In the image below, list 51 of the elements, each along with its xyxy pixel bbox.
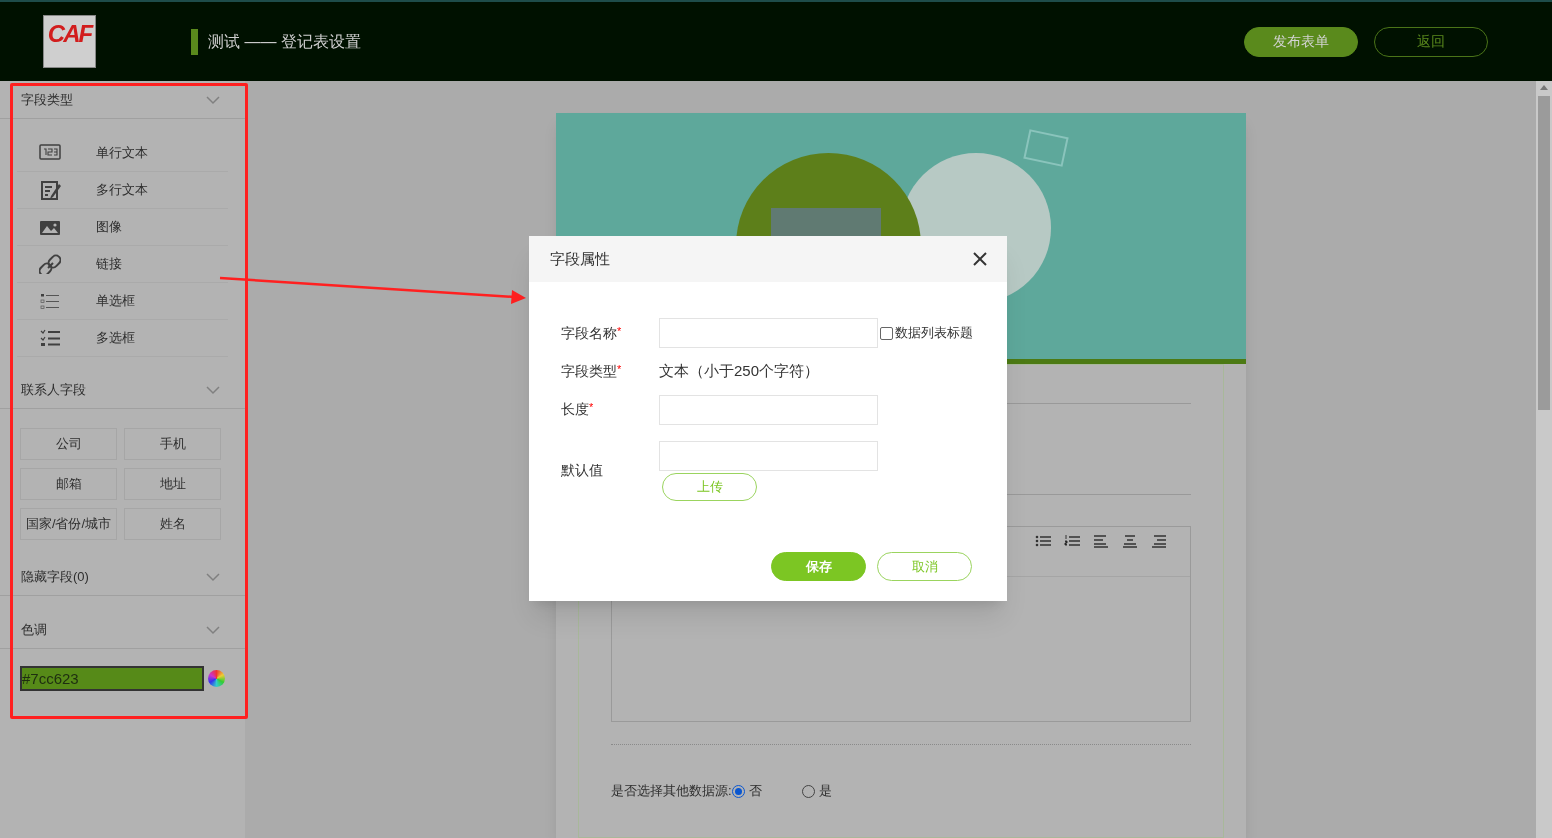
- page-title: 测试 —— 登记表设置: [208, 31, 361, 52]
- section-title: 字段类型: [21, 90, 73, 109]
- chevron-down-icon: [205, 571, 221, 582]
- field-type-item[interactable]: 多行文本: [17, 172, 228, 209]
- align-center-icon: [1122, 534, 1139, 549]
- contact-field-button[interactable]: 姓名: [124, 508, 221, 540]
- contact-field-button[interactable]: 手机: [124, 428, 221, 460]
- section-title: 隐藏字段(0): [21, 567, 89, 586]
- radio-group-label: 是否选择其他数据源:: [611, 782, 732, 801]
- field-type-item[interactable]: 多选框: [17, 320, 228, 357]
- radio-option[interactable]: 是: [801, 781, 832, 801]
- checkbox-option[interactable]: 数据列表标题: [880, 323, 973, 343]
- contact-field-button[interactable]: 国家/省份/城市: [20, 508, 117, 540]
- checklist-icon: [39, 328, 61, 348]
- text-input[interactable]: [659, 394, 878, 425]
- field-type-item[interactable]: 链接: [17, 246, 228, 283]
- chevron-down-icon: [205, 624, 221, 635]
- text-input[interactable]: [659, 440, 878, 471]
- align-left-icon: [1093, 534, 1110, 549]
- color-input[interactable]: #7cc623: [20, 666, 204, 691]
- section-title: 色调: [21, 620, 47, 639]
- radio-option[interactable]: 否: [731, 781, 762, 801]
- field-label: 长度*: [561, 400, 595, 419]
- field-label: 字段名称*: [561, 323, 623, 343]
- edit-note-icon: [39, 180, 61, 200]
- dialog-title: 字段属性: [550, 248, 610, 269]
- scrollbar[interactable]: [1536, 81, 1552, 838]
- close-icon: [973, 252, 987, 266]
- color-wheel-icon[interactable]: [208, 670, 225, 687]
- chevron-down-icon: [205, 94, 221, 105]
- text-input[interactable]: [659, 318, 878, 348]
- chevron-down-icon: [205, 384, 221, 395]
- numbered-list-icon: [1064, 534, 1081, 549]
- close-button[interactable]: [973, 252, 987, 266]
- field-type-item[interactable]: 单选框: [17, 283, 228, 320]
- contact-field-button[interactable]: 公司: [20, 428, 117, 460]
- contact-field-button[interactable]: 邮箱: [20, 468, 117, 500]
- field-label: 字段类型*: [561, 361, 623, 381]
- section-title: 联系人字段: [21, 380, 86, 399]
- radio-list-icon: [39, 291, 61, 311]
- bulleted-list-icon: [1035, 534, 1052, 549]
- field-type-item[interactable]: 单行文本: [17, 135, 228, 172]
- title-accent-bar: [191, 28, 198, 55]
- logo: CAF: [43, 15, 96, 68]
- field-label: 默认值: [561, 461, 604, 480]
- numeric-field-icon: [39, 143, 61, 163]
- align-right-icon: [1151, 534, 1168, 549]
- field-value: 文本（小于250个字符）: [659, 361, 820, 381]
- link-icon: [39, 254, 61, 274]
- field-type-item[interactable]: 图像: [17, 209, 228, 246]
- contact-field-button[interactable]: 地址: [124, 468, 221, 500]
